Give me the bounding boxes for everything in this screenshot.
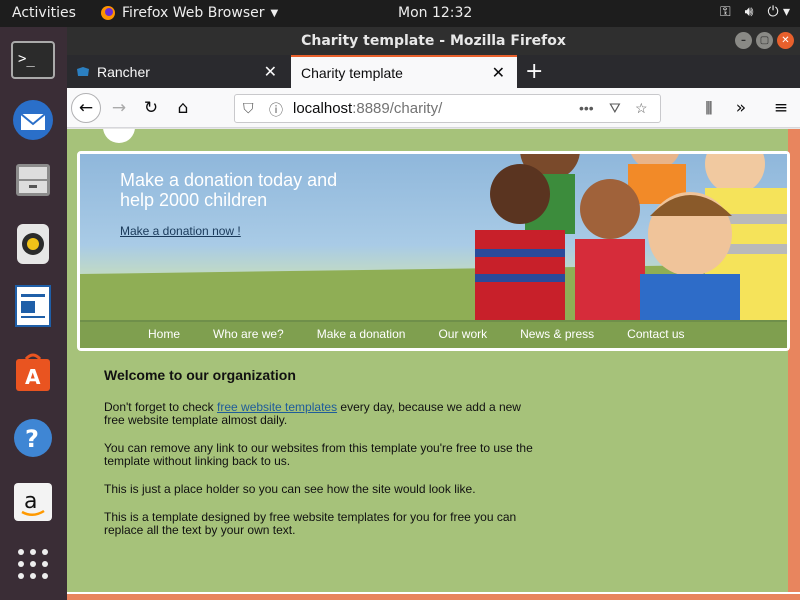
- software-icon[interactable]: A: [10, 349, 56, 395]
- back-button[interactable]: ←: [71, 93, 101, 123]
- forward-button[interactable]: →: [105, 94, 133, 122]
- page-actions-icon[interactable]: •••: [579, 100, 594, 116]
- network-icon[interactable]: ⚿: [720, 4, 731, 20]
- app-menu[interactable]: Firefox Web Browser ▼: [100, 5, 278, 21]
- window-titlebar[interactable]: Charity template - Mozilla Firefox – ▢ ✕: [67, 27, 800, 55]
- dock: >_ A ? a: [0, 27, 67, 600]
- nav-home[interactable]: Home: [148, 322, 180, 348]
- paragraph: This is a template designed by free webs…: [104, 510, 517, 537]
- firefox-window: Charity template - Mozilla Firefox – ▢ ✕…: [67, 27, 800, 600]
- paragraph: Don't forget to check free website templ…: [104, 400, 521, 427]
- nav-make-a-donation[interactable]: Make a donation: [317, 322, 406, 348]
- donate-now-link[interactable]: Make a donation now !: [120, 224, 241, 238]
- svg-text:?: ?: [25, 425, 39, 453]
- tab-rancher[interactable]: Rancher ✕: [67, 55, 289, 88]
- writer-icon[interactable]: [10, 283, 56, 329]
- main-navigation: Home Who are we? Make a donation Our wor…: [80, 322, 787, 348]
- amazon-icon[interactable]: a: [10, 479, 56, 525]
- url-bar[interactable]: ⛉ ⓘ localhost:8889/charity/ ••• ⛛ ☆: [234, 94, 661, 123]
- activities-button[interactable]: Activities: [12, 5, 76, 21]
- logo-icon: [103, 129, 135, 143]
- navigation-toolbar: ← → ↻ ⌂ ⛉ ⓘ localhost:8889/charity/ ••• …: [67, 88, 800, 128]
- reload-button[interactable]: ↻: [137, 94, 165, 122]
- app-name: Firefox Web Browser: [122, 5, 265, 21]
- nav-who-are-we[interactable]: Who are we?: [213, 322, 284, 348]
- apps-grid-icon[interactable]: [10, 541, 56, 587]
- minimize-button[interactable]: –: [735, 32, 752, 49]
- paragraph: You can remove any link to our websites …: [104, 441, 533, 468]
- terminal-icon[interactable]: >_: [10, 37, 56, 83]
- tab-charity-template[interactable]: Charity template ✕: [291, 55, 517, 88]
- url-text: localhost:8889/charity/: [293, 100, 443, 117]
- overflow-chevron-icon[interactable]: »: [727, 94, 755, 122]
- rancher-favicon-icon: [77, 66, 89, 76]
- close-tab-icon[interactable]: ✕: [264, 62, 277, 82]
- paragraph: This is just a place holder so you can s…: [104, 482, 476, 496]
- main-content: Welcome to our organization Don't forget…: [104, 367, 534, 552]
- menu-icon[interactable]: ≡: [767, 94, 795, 122]
- nav-contact-us[interactable]: Contact us: [627, 322, 684, 348]
- svg-text:a: a: [24, 489, 37, 514]
- shield-icon[interactable]: ⛉: [243, 100, 254, 117]
- close-tab-icon[interactable]: ✕: [492, 63, 505, 83]
- nav-news-press[interactable]: News & press: [520, 322, 594, 348]
- svg-text:>_: >_: [18, 51, 35, 67]
- svg-text:A: A: [25, 365, 41, 389]
- library-icon[interactable]: ⫼: [695, 94, 723, 122]
- nav-our-work[interactable]: Our work: [438, 322, 487, 348]
- rhythmbox-icon[interactable]: [10, 221, 56, 267]
- volume-icon[interactable]: 🔊︎: [745, 4, 754, 20]
- tab-label: Rancher: [97, 63, 150, 80]
- power-icon[interactable]: ⏻ ▾: [767, 4, 790, 20]
- footer-strip: [67, 592, 800, 600]
- help-icon[interactable]: ?: [10, 415, 56, 461]
- firefox-icon: [101, 6, 115, 20]
- maximize-button[interactable]: ▢: [756, 32, 773, 49]
- tab-label: Charity template: [301, 64, 403, 81]
- clock[interactable]: Mon 12:32: [398, 5, 472, 21]
- home-button[interactable]: ⌂: [169, 94, 197, 122]
- window-title: Charity template - Mozilla Firefox: [301, 33, 566, 49]
- hero-title: Make a donation today and help 2000 chil…: [120, 170, 338, 210]
- chevron-down-icon: ▼: [270, 7, 279, 19]
- close-window-button[interactable]: ✕: [777, 32, 794, 49]
- files-icon[interactable]: [10, 157, 56, 203]
- free-templates-link[interactable]: free website templates: [217, 400, 337, 414]
- hero-image: Make a donation today and help 2000 chil…: [80, 154, 787, 320]
- page-heading: Welcome to our organization: [104, 367, 296, 383]
- thunderbird-icon[interactable]: [10, 97, 56, 143]
- top-bar: Activities Firefox Web Browser ▼ Mon 12:…: [0, 0, 800, 27]
- web-page: Make a donation today and help 2000 chil…: [67, 129, 800, 600]
- new-tab-button[interactable]: +: [525, 59, 543, 84]
- pocket-icon[interactable]: ⛛: [609, 100, 621, 117]
- header-banner: Make a donation today and help 2000 chil…: [77, 151, 790, 351]
- bookmark-star-icon[interactable]: ☆: [635, 100, 648, 117]
- system-tray[interactable]: ⚿ 🔊︎ ⏻ ▾: [720, 4, 790, 20]
- info-icon[interactable]: ⓘ: [269, 100, 283, 120]
